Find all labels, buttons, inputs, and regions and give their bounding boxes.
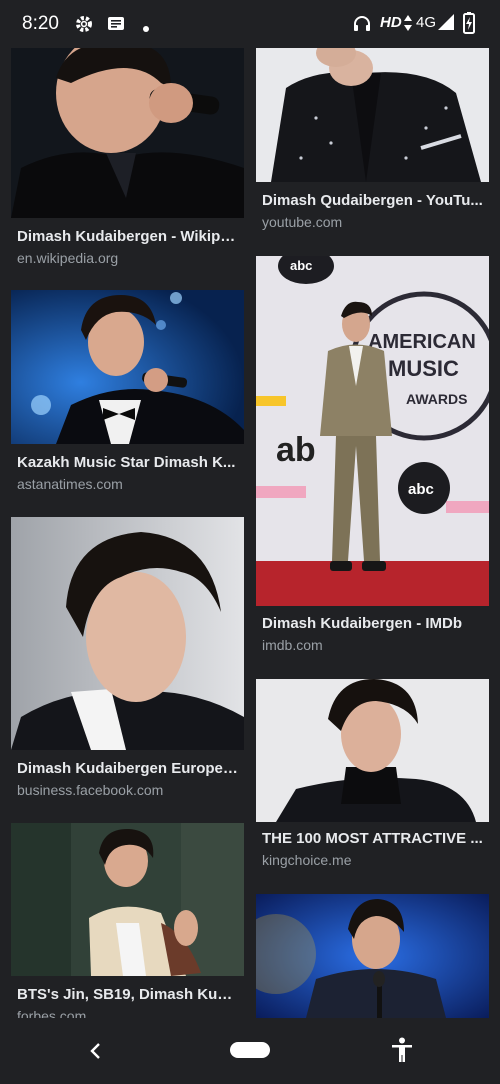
result-domain: astanatimes.com: [17, 476, 123, 492]
result-title[interactable]: Dimash Qudaibergen - YouTu...: [262, 192, 484, 209]
result-card[interactable]: Dimash Kudaibergen Europe -... business.…: [11, 517, 244, 802]
dot-icon: [142, 20, 150, 38]
result-thumbnail[interactable]: [11, 823, 244, 976]
result-domain: business.facebook.com: [17, 782, 164, 798]
result-card[interactable]: Kazakh Music Star Dimash K... astanatime…: [11, 290, 244, 495]
svg-text:abc: abc: [408, 481, 434, 498]
navigation-bar: [0, 1018, 500, 1084]
result-title[interactable]: Dimash Kudaibergen Europe -...: [17, 760, 239, 777]
result-thumbnail[interactable]: [11, 48, 244, 218]
result-title[interactable]: Dimash Kudaibergen - Wikipe...: [17, 228, 239, 245]
result-card[interactable]: BTS's Jin, SB19, Dimash Kuda... forbes.c…: [11, 823, 244, 1018]
headset-icon: [352, 14, 372, 39]
result-card[interactable]: THE 100 MOST ATTRACTIVE ... kingchoice.m…: [256, 679, 489, 879]
network-label: 4G: [416, 14, 437, 31]
signal-icon: [437, 13, 455, 36]
svg-text:AMERICAN: AMERICAN: [368, 331, 476, 353]
settings-icon: [74, 14, 94, 39]
result-thumbnail[interactable]: abc AMERICAN MUSIC AWARDS ab abc: [256, 256, 489, 606]
result-thumbnail[interactable]: [256, 48, 489, 182]
data-arrows-icon: [403, 13, 413, 38]
result-title[interactable]: Dimash Kudaibergen - IMDb: [262, 615, 484, 632]
result-domain: en.wikipedia.org: [17, 250, 119, 266]
svg-text:abc: abc: [290, 258, 312, 273]
battery-charging-icon: [463, 12, 475, 39]
result-card[interactable]: [256, 894, 489, 1018]
result-domain: forbes.com: [17, 1008, 87, 1018]
accessibility-icon[interactable]: [390, 1037, 414, 1068]
message-icon: [106, 14, 126, 39]
status-bar: 8:20 HD 4G: [0, 0, 500, 48]
back-icon[interactable]: [86, 1041, 106, 1066]
result-title[interactable]: BTS's Jin, SB19, Dimash Kuda...: [17, 986, 239, 1003]
image-results-grid: Dimash Kudaibergen - Wikipe... en.wikipe…: [0, 48, 500, 1018]
svg-text:AWARDS: AWARDS: [406, 391, 467, 407]
svg-text:ab: ab: [276, 431, 316, 469]
result-thumbnail[interactable]: [256, 894, 489, 1018]
status-time: 8:20: [22, 13, 59, 34]
result-title[interactable]: THE 100 MOST ATTRACTIVE ...: [262, 830, 484, 847]
result-card[interactable]: abc AMERICAN MUSIC AWARDS ab abc Dimash …: [256, 256, 489, 661]
result-domain: youtube.com: [262, 214, 343, 230]
result-thumbnail[interactable]: [11, 290, 244, 444]
result-domain: imdb.com: [262, 637, 323, 653]
result-card[interactable]: Dimash Qudaibergen - YouTu... youtube.co…: [256, 48, 489, 236]
result-domain: kingchoice.me: [262, 852, 352, 868]
home-pill[interactable]: [230, 1042, 270, 1058]
hd-label: HD: [380, 14, 402, 31]
result-title[interactable]: Kazakh Music Star Dimash K...: [17, 454, 239, 471]
result-thumbnail[interactable]: [256, 679, 489, 822]
svg-text:MUSIC: MUSIC: [388, 356, 459, 381]
result-thumbnail[interactable]: [11, 517, 244, 750]
result-card[interactable]: Dimash Kudaibergen - Wikipe... en.wikipe…: [11, 48, 244, 273]
